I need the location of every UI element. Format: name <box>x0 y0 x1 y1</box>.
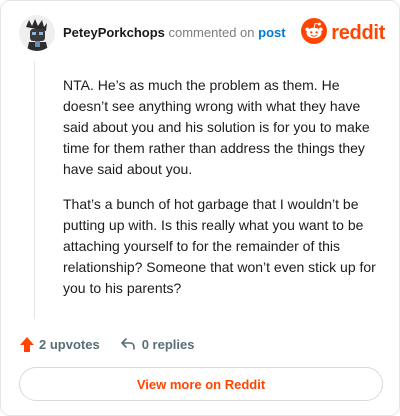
reddit-wordmark: reddit <box>331 21 385 44</box>
comment-actions: 2 upvotes 0 replies <box>19 334 194 354</box>
post-link[interactable]: post <box>258 25 285 40</box>
view-more-button[interactable]: View more on Reddit <box>19 367 383 401</box>
reply-arrow-icon <box>120 336 136 352</box>
reddit-brand[interactable]: reddit <box>301 17 385 49</box>
reddit-logo-icon <box>301 17 328 49</box>
reply-count: 0 replies <box>141 336 195 352</box>
comment-body: NTA. He’s as much the problem as them. H… <box>63 75 385 313</box>
upvote-count: 2 upvotes <box>39 336 100 352</box>
comment-paragraph: NTA. He’s as much the problem as them. H… <box>63 77 370 177</box>
upvote-arrow-icon <box>19 336 35 353</box>
username-link[interactable]: PeteyPorkchops <box>63 25 165 40</box>
comment-paragraph: That’s a bunch of hot garbage that I wou… <box>63 196 376 296</box>
upvote-button[interactable]: 2 upvotes <box>19 336 100 353</box>
comment-byline: PeteyPorkchops commented on post <box>63 25 286 40</box>
thread-line <box>34 61 35 319</box>
embedded-comment-card: PeteyPorkchops commented on post reddit <box>0 0 400 416</box>
commented-on-text: commented on <box>168 25 255 40</box>
user-avatar[interactable] <box>19 15 55 51</box>
replies-button[interactable]: 0 replies <box>120 336 195 352</box>
comment-header: PeteyPorkchops commented on post reddit <box>19 15 385 55</box>
